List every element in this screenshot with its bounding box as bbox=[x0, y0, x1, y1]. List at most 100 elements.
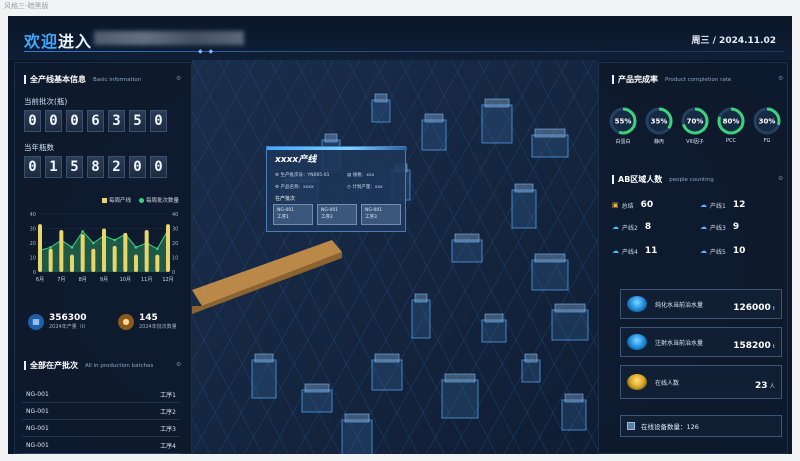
popup-batch-box[interactable]: NG-001 工序2 bbox=[317, 204, 357, 225]
counter-digit: 5 bbox=[66, 156, 83, 178]
batch-list: NG-001 工序1 NG-001 工序2 NG-001 工序3 NG-001 工序4 bbox=[22, 386, 180, 454]
legend-item: 每周批次数量 bbox=[139, 196, 179, 204]
bar bbox=[112, 245, 117, 272]
dashboard-screen: 欢迎进入 ◆ ◆ 周三 / 2024.11.02 xxxx产线 ⚙ 生产批次号：… bbox=[8, 16, 792, 454]
popup-accent-bar bbox=[267, 147, 407, 150]
bar bbox=[123, 232, 128, 272]
ring-name: VIII因子 bbox=[686, 139, 704, 145]
y-right-tick-label: 10 bbox=[172, 256, 178, 262]
people-title: AB区域人数 people counting bbox=[612, 174, 714, 185]
bar bbox=[48, 248, 53, 272]
y-tick-label: 10 bbox=[30, 256, 36, 262]
people-count-item: ▣ 总结 60 bbox=[612, 200, 653, 210]
series-point bbox=[134, 246, 138, 249]
people-count-value: 12 bbox=[732, 200, 746, 210]
people-count-item: ☁ 产线5 10 bbox=[700, 246, 745, 256]
counter-digit: 0 bbox=[150, 156, 167, 178]
line-icon: ☁ bbox=[612, 247, 619, 255]
list-item[interactable]: NG-001 工序2 bbox=[22, 403, 180, 420]
people-count-label: 产线2 bbox=[622, 224, 638, 232]
ring-gauge: 35% bbox=[645, 107, 673, 135]
x-tick-label: 9月 bbox=[100, 277, 108, 283]
counter-digit: 3 bbox=[108, 110, 125, 132]
popup-batch-box[interactable]: NG-001 工序1 bbox=[273, 204, 313, 225]
card-value: 158200 bbox=[733, 340, 771, 351]
counter-digit: 1 bbox=[45, 156, 62, 178]
list-item[interactable]: NG-001 工序1 bbox=[22, 386, 180, 403]
counter-digit: 2 bbox=[108, 156, 125, 178]
bar bbox=[102, 228, 106, 272]
factory-icon: ▦ bbox=[28, 313, 44, 330]
ring-name: FG bbox=[763, 138, 771, 144]
header-divider bbox=[24, 51, 784, 52]
weekly-production-chart: 40 4030 3020 2010 100 06月 7月 8月 9月 10月 11月 12月 bbox=[30, 212, 179, 283]
counter-digit: 0 bbox=[24, 110, 41, 132]
ring-gauge: 30% bbox=[753, 107, 781, 135]
annual-bottles-label: 当年瓶数 bbox=[24, 143, 54, 152]
line-icon: ☁ bbox=[700, 201, 707, 209]
people-count-label: 产线5 bbox=[710, 248, 726, 256]
factory-3d-view[interactable] bbox=[192, 60, 598, 454]
water-drop-icon bbox=[627, 296, 647, 312]
counter-digit: 0 bbox=[24, 156, 41, 178]
bar bbox=[91, 248, 96, 272]
person-icon bbox=[627, 374, 647, 390]
completion-ring[interactable]: 70% VIII因子 bbox=[680, 106, 710, 145]
people-count-value: 8 bbox=[644, 222, 652, 232]
y-right-tick-label: 40 bbox=[172, 212, 178, 218]
completion-ring[interactable]: 80% PCC bbox=[716, 106, 746, 145]
ring-percent-label: 70% bbox=[687, 118, 704, 126]
annual-batch-stat: ● 145 2024年批次数量 bbox=[118, 313, 177, 330]
completion-ring[interactable]: 30% FG bbox=[752, 106, 782, 145]
annual-bottles-counter: 0158200 bbox=[24, 156, 167, 178]
list-item[interactable]: NG-001 工序3 bbox=[22, 420, 180, 437]
redacted-company-name bbox=[94, 31, 244, 45]
completion-ring[interactable]: 55% 白蛋白 bbox=[608, 106, 638, 145]
popup-spec: ▤ 规格：xxx bbox=[347, 173, 375, 178]
people-count-label: 产线3 bbox=[710, 224, 726, 232]
bar bbox=[144, 229, 149, 272]
settings-icon[interactable]: ⚙ bbox=[176, 75, 181, 82]
title-accent: 欢迎 bbox=[24, 32, 59, 51]
online-people-card: 在线人数 23 人 bbox=[620, 365, 782, 399]
purified-water-card: 纯化水当前治水量 126000 t bbox=[620, 289, 782, 319]
completion-ring[interactable]: 35% 静丙 bbox=[644, 106, 674, 145]
counter-digit: 8 bbox=[87, 156, 104, 178]
title-rest: 进入 bbox=[58, 32, 93, 51]
y-right-tick-label: 0 bbox=[172, 270, 175, 276]
people-count-label: 产线1 bbox=[710, 202, 726, 210]
counter-digit: 0 bbox=[45, 110, 62, 132]
popup-plan-output: ◷ 计划产量：xxx bbox=[347, 185, 383, 190]
settings-icon[interactable]: ⚙ bbox=[778, 75, 783, 82]
series-point bbox=[49, 246, 52, 249]
x-tick-label: 12月 bbox=[162, 277, 173, 283]
x-tick-label: 7月 bbox=[57, 277, 65, 283]
list-item[interactable]: NG-001 工序4 bbox=[22, 437, 180, 454]
card-label: 在线人数 bbox=[655, 379, 680, 387]
bar bbox=[70, 254, 74, 272]
ring-percent-label: 30% bbox=[759, 118, 776, 126]
ring-name: PCC bbox=[726, 138, 736, 144]
settings-icon[interactable]: ⚙ bbox=[176, 361, 181, 368]
y-tick-label: 40 bbox=[30, 212, 36, 218]
x-tick-label: 11月 bbox=[141, 277, 152, 283]
header-decoration: ◆ ◆ bbox=[198, 48, 216, 55]
people-count-label: 产线4 bbox=[622, 248, 638, 256]
production-line-popup[interactable]: xxxx产线 ⚙ 生产批次号：YN065-01 ▤ 规格：xxx ⚙ 产品名称：… bbox=[266, 146, 407, 232]
summary-icon: ▣ bbox=[612, 201, 619, 209]
popup-batch-box[interactable]: NG-001 工序3 bbox=[361, 204, 401, 225]
header-date: 周三 / 2024.11.02 bbox=[691, 36, 777, 46]
ring-percent-label: 35% bbox=[651, 118, 668, 126]
card-value: 23 bbox=[754, 380, 768, 391]
ring-name: 静丙 bbox=[653, 139, 664, 145]
bar bbox=[59, 229, 64, 272]
ring-percent-label: 80% bbox=[723, 118, 740, 126]
people-count-item: ☁ 产线3 9 bbox=[700, 222, 739, 232]
series-point bbox=[81, 230, 84, 233]
section-marker bbox=[24, 75, 26, 84]
water-drop-icon bbox=[627, 334, 647, 350]
settings-icon[interactable]: ⚙ bbox=[778, 175, 783, 182]
y-tick-label: 0 bbox=[33, 270, 36, 276]
people-count-item: ☁ 产线1 12 bbox=[700, 200, 745, 210]
counter-digit: 0 bbox=[66, 110, 83, 132]
